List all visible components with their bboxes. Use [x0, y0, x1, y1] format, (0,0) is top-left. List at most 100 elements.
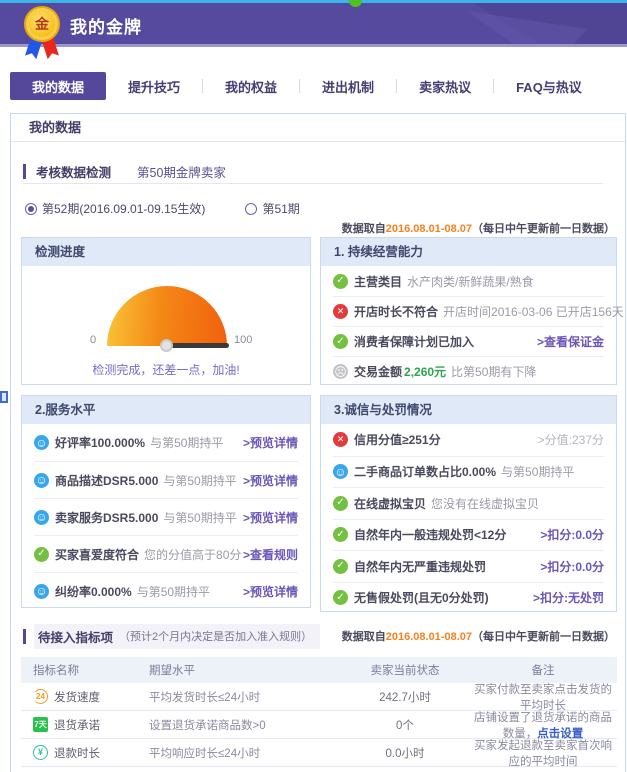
transaction-amount: 2,260元 — [404, 363, 446, 380]
table-row: 24 发货速度 平均发货时长≤24小时 242.7小时 买家付款至卖家点击发货的… — [21, 683, 617, 711]
metric-label: 主营类目 — [354, 273, 402, 290]
radio-period-51[interactable]: 第51期 — [245, 200, 299, 217]
main-content: 我的数据 考核数据检测 第50期金牌卖家 第52期(2016.09.01-09.… — [10, 113, 626, 772]
sub-tabs: 考核数据检测 第50期金牌卖家 — [23, 160, 603, 184]
data-source-note: 数据取自2016.08.01-08.07（每日中午更新前一日数据） — [342, 220, 615, 236]
refund-duration-icon: ¥ — [33, 745, 48, 760]
pending-accent-bar — [23, 629, 26, 644]
smile-icon — [34, 473, 49, 488]
check-icon — [333, 527, 348, 542]
preview-details-link[interactable]: >预览详情 — [243, 583, 298, 600]
radio-period-52[interactable]: 第52期(2016.09.01-09.15生效) — [25, 200, 205, 217]
deduction-link[interactable]: >扣分:0.0分 — [540, 526, 604, 543]
score-value-link[interactable]: >分值:237分 — [538, 431, 604, 448]
deduction-link[interactable]: >扣分:0.0分 — [540, 558, 604, 575]
note-prefix: 数据取自 — [342, 223, 386, 235]
expected-level: 设置退货承诺商品数>0 — [149, 717, 341, 733]
metric-detail: 您的分值高于80分 — [144, 546, 241, 563]
pending-subtitle: （预计2个月内决定是否加入准入规则） — [119, 628, 312, 644]
metric-row: 无售假处罚(且无0分处罚) >扣分:无处罚 — [333, 582, 604, 614]
cross-icon — [333, 304, 348, 319]
tab-improve-skills[interactable]: 提升技巧 — [106, 72, 202, 100]
left-edge-marker — [0, 391, 8, 403]
panel-integrity-penalty: 3.诚信与处罚情况 信用分值≥251分 >分值:237分 二手商品订单数占比0.… — [320, 395, 617, 612]
gauge-max-label: 100 — [234, 334, 252, 346]
col-header-remark: 备注 — [469, 662, 617, 678]
note-date: 2016.08.01-08.07 — [386, 223, 472, 235]
tab-entry-exit[interactable]: 进出机制 — [300, 72, 396, 100]
metric-label: 在线虚拟宝贝 — [354, 495, 426, 512]
tab-seller-discussion[interactable]: 卖家热议 — [397, 72, 493, 100]
metric-detail: 与第50期持平 — [163, 509, 236, 526]
metric-row: 主营类目 水产肉类/新鲜蔬果/熟食 — [333, 266, 604, 296]
table-row: ¥ 退款时长 平均响应时长≤24小时 0.0小时 买家发起退款至卖家首次响应的平… — [21, 739, 617, 767]
tab-my-benefits[interactable]: 我的权益 — [203, 72, 299, 100]
expected-level: 平均响应时长≤24小时 — [149, 745, 341, 761]
metric-label: 无售假处罚(且无0分处罚) — [354, 589, 489, 606]
gauge-arc — [107, 286, 227, 346]
table-header-row: 指标名称 期望水平 卖家当前状态 备注 — [21, 657, 617, 683]
metric-row: 买家喜爱度符合 您的分值高于80分 >查看规则 — [34, 535, 298, 572]
preview-details-link[interactable]: >预览详情 — [243, 434, 298, 451]
metric-label: 信用分值≥251分 — [354, 431, 441, 448]
metric-row: 信用分值≥251分 >分值:237分 — [333, 424, 604, 456]
metric-label: 卖家服务DSR5.000 — [55, 509, 158, 526]
metric-label: 商品描述DSR5.000 — [55, 472, 158, 489]
view-deposit-link[interactable]: >查看保证金 — [537, 333, 604, 350]
expected-level: 平均发货时长≤24小时 — [149, 689, 341, 705]
check-icon — [333, 334, 348, 349]
radio-label: 第52期(2016.09.01-09.15生效) — [42, 200, 205, 217]
metric-row: 好评率100.000% 与第50期持平 >预览详情 — [34, 424, 298, 461]
metric-label: 自然年内一般违规处罚<12分 — [354, 526, 506, 543]
radio-selected-icon[interactable] — [25, 203, 37, 215]
note-suffix: （每日中午更新前一日数据） — [472, 223, 615, 235]
table-row: 7天 退货承诺 设置退货承诺商品数>0 0个 店铺设置了退货承诺的商品数量，点击… — [21, 711, 617, 739]
panel-title: 3.诚信与处罚情况 — [321, 396, 616, 424]
metric-label: 好评率100.000% — [55, 434, 145, 451]
subtab-assessment-check[interactable]: 考核数据检测 — [36, 162, 111, 181]
gold-medal-icon: 金 — [24, 6, 60, 42]
metric-name: 退货承诺 — [54, 717, 100, 733]
panel-service-level: 2.服务水平 好评率100.000% 与第50期持平 >预览详情 商品描述DSR… — [21, 395, 311, 608]
pending-title-row: 待接入指标项 （预计2个月内决定是否加入准入规则） 数据取自2016.08.01… — [21, 623, 617, 649]
current-status: 0个 — [341, 717, 469, 733]
metric-row: 开店时长不符合 开店时间2016-03-06 已开店156天 — [333, 296, 604, 326]
data-source-note: 数据取自2016.08.01-08.07（每日中午更新前一日数据） — [342, 628, 615, 644]
gauge-min-label: 0 — [90, 334, 96, 346]
metric-detail: 与第50期持平 — [163, 472, 236, 489]
metric-row: 交易金额 2,260元 比第50期有下降 — [333, 356, 604, 386]
radio-unselected-icon[interactable] — [245, 203, 257, 215]
panel-title: 检测进度 — [22, 238, 310, 266]
check-icon — [333, 496, 348, 511]
panel-title: 2.服务水平 — [22, 396, 310, 424]
metric-row: 自然年内无严重违规处罚 >扣分:0.0分 — [333, 550, 604, 582]
gauge-inner-hole — [60, 304, 104, 326]
banner-bottom-strip — [0, 44, 627, 47]
smile-icon — [34, 510, 49, 525]
check-icon — [333, 590, 348, 605]
metric-label: 消费者保障计划已加入 — [354, 333, 474, 350]
view-rules-link[interactable]: >查看规则 — [243, 546, 298, 563]
return-promise-7day-icon: 7天 — [33, 717, 48, 732]
metric-row: 纠纷率0.000% 与第50期持平 >预览详情 — [34, 572, 298, 609]
panel-title: 1. 持续经营能力 — [321, 238, 616, 266]
col-header-current-status: 卖家当前状态 — [341, 662, 469, 678]
tab-faq[interactable]: FAQ与热议 — [494, 72, 604, 100]
subtab-period50-seller[interactable]: 第50期金牌卖家 — [137, 162, 226, 181]
preview-details-link[interactable]: >预览详情 — [243, 509, 298, 526]
col-header-expected-level: 期望水平 — [149, 662, 341, 678]
metric-label: 交易金额 — [354, 363, 402, 380]
deduction-link[interactable]: >扣分:无处罚 — [533, 589, 604, 606]
page: 金 我的金牌 我的数据 提升技巧 我的权益 进出机制 卖家热议 FAQ与热议 我… — [0, 0, 627, 772]
note-date: 2016.08.01-08.07 — [386, 631, 472, 643]
metric-name: 发货速度 — [54, 689, 100, 705]
metric-detail: 开店时间2016-03-06 已开店156天 — [443, 303, 624, 320]
metric-label: 自然年内无严重违规处罚 — [354, 558, 486, 575]
tab-my-data[interactable]: 我的数据 — [10, 72, 106, 100]
pending-metrics-section: 待接入指标项 （预计2个月内决定是否加入准入规则） 数据取自2016.08.01… — [21, 623, 617, 767]
pending-title-highlight: 待接入指标项 （预计2个月内决定是否加入准入规则） — [34, 624, 320, 649]
cross-icon — [333, 432, 348, 447]
metric-row: 商品描述DSR5.000 与第50期持平 >预览详情 — [34, 461, 298, 498]
metric-row: 自然年内一般违规处罚<12分 >扣分:0.0分 — [333, 519, 604, 551]
preview-details-link[interactable]: >预览详情 — [243, 472, 298, 489]
